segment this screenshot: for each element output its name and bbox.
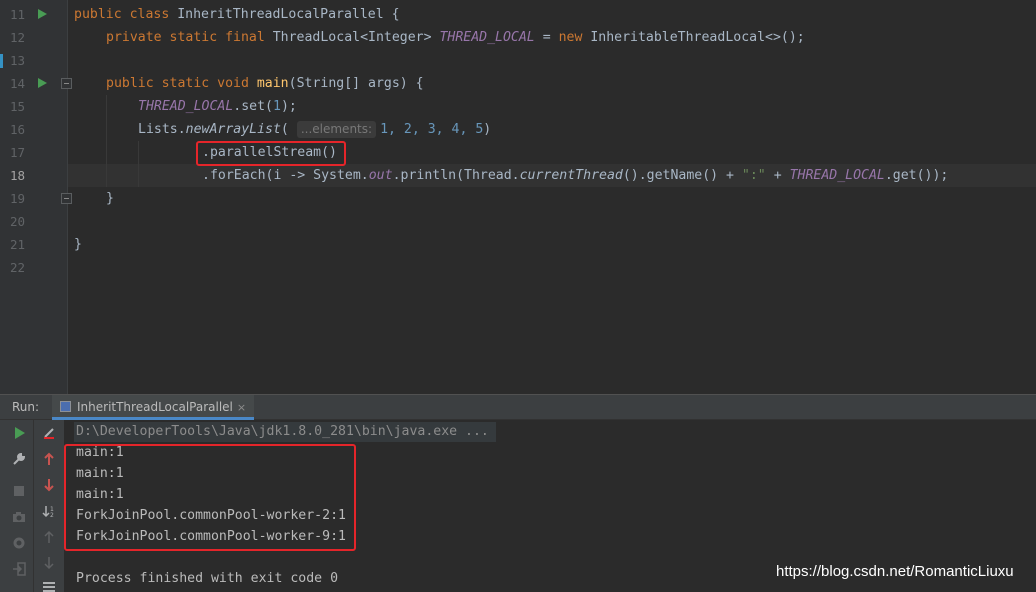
run-config-icon — [60, 401, 71, 412]
line-number: 12 — [10, 30, 26, 45]
clear-all-icon[interactable] — [39, 426, 59, 446]
run-panel-header: Run: InheritThreadLocalParallel × — [0, 394, 1036, 420]
code-line-21: } — [74, 237, 82, 252]
code-line-16: Lists.newArrayList( ...elements: 1, 2, 3,… — [138, 121, 492, 138]
code-line-12: private static final ThreadLocal<Integer… — [106, 30, 805, 45]
indent-guide — [106, 95, 107, 187]
code-line-18: .forEach(i -> System.out.println(Thread.… — [202, 168, 949, 183]
highlight-box-parallel-stream — [196, 141, 346, 166]
exit-message: Process finished with exit code 0 — [76, 571, 339, 586]
code-editor[interactable]: 11 12 13 14 15 16 17 18 19 20 21 22 publ… — [0, 0, 1036, 394]
svg-text:2: 2 — [50, 512, 54, 518]
change-marker — [0, 54, 3, 68]
sort-icon[interactable]: 12 — [39, 504, 59, 524]
indent-guide — [138, 141, 139, 187]
down-arrow-icon[interactable] — [39, 478, 59, 498]
run-class-icon[interactable] — [38, 9, 47, 19]
run-tab-title: InheritThreadLocalParallel — [77, 400, 233, 414]
rerun-button[interactable] — [9, 426, 29, 446]
line-number: 19 — [10, 191, 26, 206]
camera-icon[interactable] — [9, 510, 29, 530]
code-line-14: public static void main(String[] args) { — [106, 76, 424, 91]
line-number: 16 — [10, 122, 26, 137]
watermark: https://blog.csdn.net/RomanticLiuxu — [776, 563, 1014, 580]
fold-toggle-icon[interactable] — [61, 193, 72, 204]
settings-icon[interactable] — [9, 536, 29, 556]
line-number: 15 — [10, 99, 26, 114]
parameter-hint: ...elements: — [296, 121, 377, 138]
run-toolbar-primary — [0, 420, 34, 592]
line-number: 18 — [10, 168, 26, 183]
run-main-icon[interactable] — [38, 78, 47, 88]
editor-gutter: 11 12 13 14 15 16 17 18 19 20 21 22 — [0, 0, 72, 394]
fold-toggle-icon[interactable] — [61, 78, 72, 89]
close-icon[interactable]: × — [237, 401, 246, 414]
highlight-box-output — [64, 444, 356, 551]
wrench-icon[interactable] — [9, 452, 29, 472]
line-number: 17 — [10, 145, 26, 160]
line-number: 22 — [10, 260, 26, 275]
login-icon[interactable] — [9, 562, 29, 582]
line-number: 20 — [10, 214, 26, 229]
line-number: 14 — [10, 76, 26, 91]
line-number: 21 — [10, 237, 26, 252]
line-number: 13 — [10, 53, 26, 68]
code-line-11: public class InheritThreadLocalParallel … — [74, 7, 400, 22]
code-line-15: THREAD_LOCAL.set(1); — [138, 99, 297, 114]
up-arrow-icon[interactable] — [39, 452, 59, 472]
command-line: D:\DeveloperTools\Java\jdk1.8.0_281\bin\… — [76, 424, 489, 439]
stop-button[interactable] — [9, 484, 29, 504]
run-tab[interactable]: InheritThreadLocalParallel × — [52, 395, 255, 420]
code-line-19: } — [106, 191, 114, 206]
line-number: 11 — [10, 7, 26, 22]
run-label: Run: — [12, 400, 40, 414]
run-toolbar-secondary: 12 — [34, 420, 64, 592]
menu-icon[interactable] — [39, 580, 59, 592]
up-arrow-icon[interactable] — [39, 530, 59, 550]
down-arrow-icon[interactable] — [39, 556, 59, 576]
